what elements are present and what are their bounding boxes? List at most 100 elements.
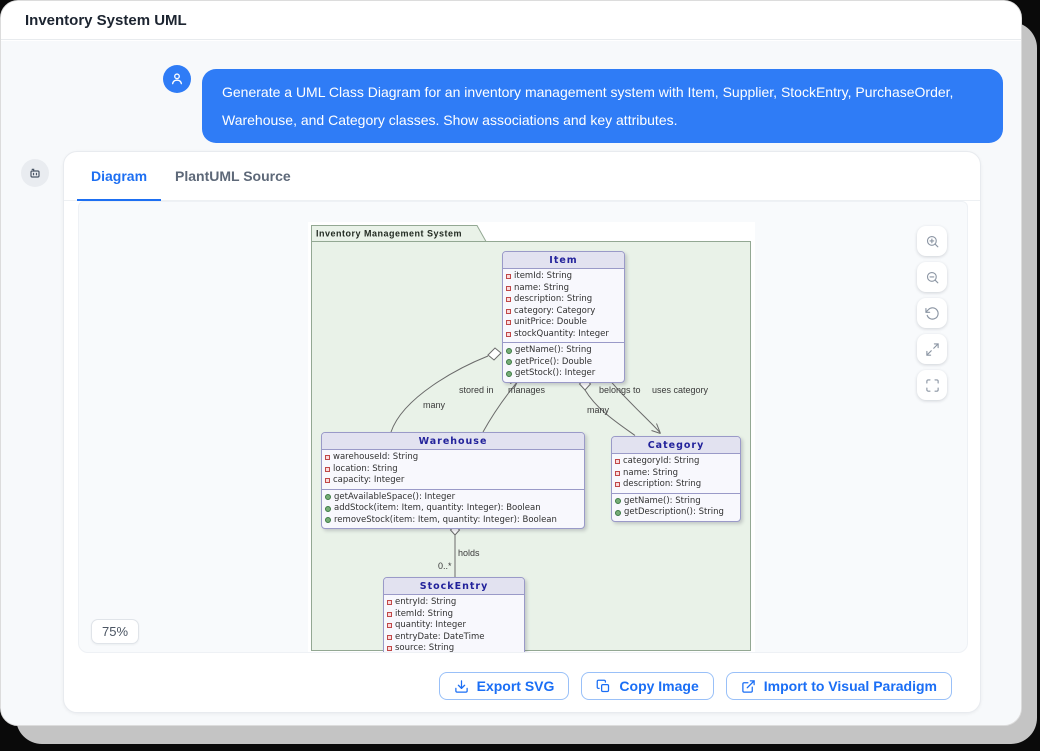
attribute-icon [325, 467, 330, 472]
uml-method-text: getName(): String [515, 345, 592, 357]
content-area: Generate a UML Class Diagram for an inve… [1, 41, 1021, 725]
uml-attribute-text: entryDate: DateTime [395, 632, 484, 644]
uml-attribute-text: itemId: String [514, 271, 572, 283]
uml-attribute-text: unitPrice: Double [514, 317, 587, 329]
uml-method-text: addStock(item: Item, quantity: Integer):… [334, 503, 541, 515]
robot-icon [27, 165, 43, 181]
uml-method-text: getStock(): Integer [515, 368, 595, 380]
uml-attribute-text: entryId: String [395, 597, 456, 609]
uml-class-item-title: Item [503, 252, 624, 269]
diagram-page: Inventory Management System [308, 222, 755, 653]
attribute-icon [325, 455, 330, 460]
user-message-bubble: Generate a UML Class Diagram for an inve… [202, 69, 1003, 143]
uml-method-text: getDescription(): String [624, 507, 724, 519]
user-icon [169, 71, 185, 87]
uml-attribute: capacity: Integer [325, 475, 581, 487]
uml-class-item-attributes: itemId: String name: String description:… [503, 269, 624, 342]
method-icon [506, 371, 512, 377]
uml-attribute: name: String [615, 468, 737, 480]
uml-method: getName(): String [615, 496, 737, 508]
attribute-icon [325, 478, 330, 483]
uml-class-category-methods: getName(): String getDescription(): Stri… [612, 493, 740, 521]
external-link-icon [741, 679, 756, 694]
uml-class-warehouse: Warehouse warehouseId: String location: … [321, 432, 585, 529]
attribute-icon [615, 482, 620, 487]
fullscreen-button[interactable] [917, 370, 947, 400]
uml-attribute: name: String [506, 283, 621, 295]
tab-plantuml-source-label: PlantUML Source [175, 168, 291, 184]
uml-method: getStock(): Integer [506, 368, 621, 380]
attribute-icon [506, 309, 511, 314]
uml-attribute-text: name: String [514, 283, 569, 295]
uml-class-category-title: Category [612, 437, 740, 454]
edge-label-belongs-to: belongs to [599, 385, 641, 395]
zoom-controls [917, 226, 947, 400]
uml-attribute-text: quantity: Integer [395, 620, 466, 632]
uml-attribute: location: String [325, 464, 581, 476]
edge-label-stored-in: stored in [459, 385, 494, 395]
uml-attribute: unitPrice: Double [506, 317, 621, 329]
import-to-visual-paradigm-label: Import to Visual Paradigm [764, 678, 937, 694]
attribute-icon [387, 612, 392, 617]
multiplicity-stored-in: many [423, 400, 446, 410]
copy-image-button[interactable]: Copy Image [581, 672, 713, 700]
method-icon [615, 510, 621, 516]
uml-class-stockentry: StockEntry entryId: String itemId: Strin… [383, 577, 525, 653]
import-to-visual-paradigm-button[interactable]: Import to Visual Paradigm [726, 672, 952, 700]
diagram-panel: Diagram PlantUML Source Inventory Manage… [63, 151, 981, 713]
uml-class-category-attributes: categoryId: String name: String descript… [612, 454, 740, 493]
attribute-icon [506, 286, 511, 291]
export-svg-button[interactable]: Export SVG [439, 672, 570, 700]
method-icon [615, 498, 621, 504]
fullscreen-icon [925, 378, 940, 393]
uml-attribute: itemId: String [387, 609, 521, 621]
uml-class-warehouse-attributes: warehouseId: String location: String cap… [322, 450, 584, 489]
uml-attribute-text: stockQuantity: Integer [514, 329, 609, 341]
attribute-icon [506, 332, 511, 337]
uml-class-item: Item itemId: String name: String descrip… [502, 251, 625, 383]
attribute-icon [387, 646, 392, 651]
attribute-icon [387, 600, 392, 605]
attribute-icon [615, 459, 620, 464]
tab-diagram-label: Diagram [91, 168, 147, 184]
uml-attribute-text: categoryId: String [623, 456, 699, 468]
attribute-icon [615, 471, 620, 476]
zoom-out-button[interactable] [917, 262, 947, 292]
action-bar: Export SVG Copy Image Import to Visual P [64, 672, 980, 700]
uml-attribute-text: itemId: String [395, 609, 453, 621]
tab-diagram[interactable]: Diagram [77, 152, 161, 201]
edge-label-holds: holds [458, 548, 480, 558]
fit-to-screen-button[interactable] [917, 334, 947, 364]
uml-method: removeStock(item: Item, quantity: Intege… [325, 515, 581, 527]
uml-method-text: getPrice(): Double [515, 357, 592, 369]
uml-class-item-methods: getName(): String getPrice(): Double get… [503, 342, 624, 382]
attribute-icon [387, 623, 392, 628]
uml-attribute: category: Category [506, 306, 621, 318]
zoom-level-badge: 75% [91, 619, 139, 644]
multiplicity-holds: 0..* [438, 561, 452, 571]
reset-view-button[interactable] [917, 298, 947, 328]
uml-method-text: getName(): String [624, 496, 701, 508]
uml-method-text: getAvailableSpace(): Integer [334, 492, 455, 504]
uml-attribute: entryId: String [387, 597, 521, 609]
uml-attribute-text: description: String [623, 479, 701, 491]
uml-method: getPrice(): Double [506, 357, 621, 369]
zoom-in-button[interactable] [917, 226, 947, 256]
uml-method: getDescription(): String [615, 507, 737, 519]
uml-attribute: description: String [506, 294, 621, 306]
uml-method: getName(): String [506, 345, 621, 357]
user-avatar [163, 65, 191, 93]
multiplicity-belongs-to: many [587, 405, 610, 415]
attribute-icon [506, 297, 511, 302]
tab-bar: Diagram PlantUML Source [64, 152, 980, 201]
export-svg-label: Export SVG [477, 678, 555, 694]
attribute-icon [506, 274, 511, 279]
uml-class-stockentry-attributes: entryId: String itemId: String quantity:… [384, 595, 524, 653]
method-icon [325, 506, 331, 512]
uml-class-warehouse-methods: getAvailableSpace(): Integer addStock(it… [322, 489, 584, 529]
copy-icon [596, 679, 611, 694]
uml-class-warehouse-title: Warehouse [322, 433, 584, 450]
uml-attribute-text: location: String [333, 464, 398, 476]
diagram-canvas[interactable]: Inventory Management System [78, 201, 968, 653]
tab-plantuml-source[interactable]: PlantUML Source [161, 152, 305, 201]
